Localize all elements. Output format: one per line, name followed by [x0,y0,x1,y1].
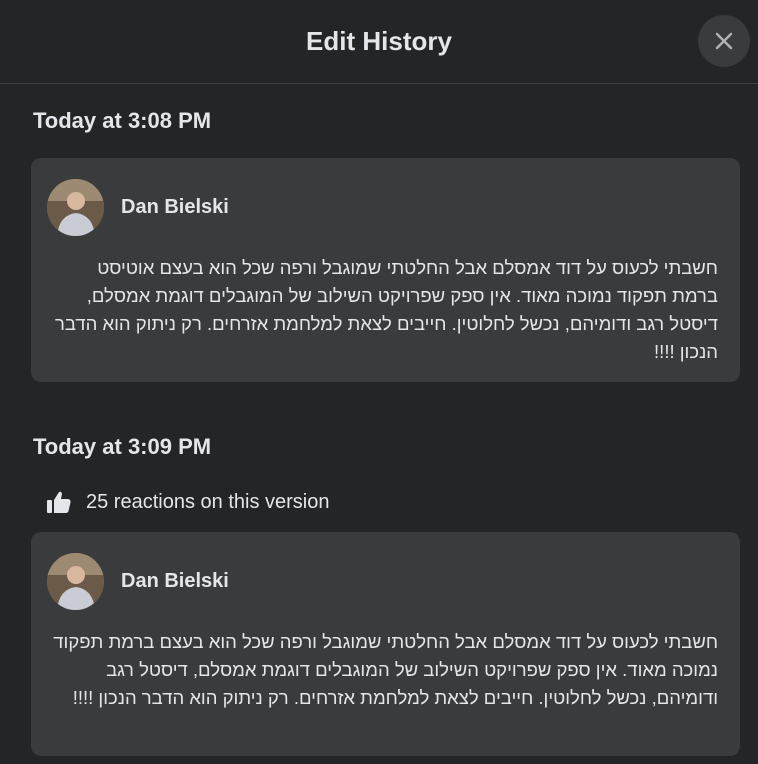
post-text: חשבתי לכעוס על דוד אמסלם אבל החלטתי שמוג… [54,257,718,362]
thumbs-up-icon [47,491,71,513]
reactions-count: 25 reactions on this version [86,490,330,513]
reactions-summary[interactable]: 25 reactions on this version [31,490,740,514]
version-timestamp: Today at 3:08 PM [33,108,212,133]
post-text: חשבתי לכעוס על דוד אמסלם אבל החלטתי שמוג… [53,631,718,708]
avatar[interactable] [47,179,104,236]
dialog-header: Edit History [0,0,758,84]
close-icon [715,32,733,50]
avatar-image [47,553,104,610]
dialog-title: Edit History [306,26,452,56]
close-button[interactable] [698,15,750,67]
post-author: Dan Bielski [47,553,724,610]
post-author: Dan Bielski [47,179,724,236]
avatar-image [47,179,104,236]
history-list: Today at 3:08 PM Dan Bielski חשבתי לכעוס… [0,108,758,756]
author-name[interactable]: Dan Bielski [121,196,229,219]
author-name[interactable]: Dan Bielski [121,570,229,593]
version-timestamp: Today at 3:09 PM [33,434,212,459]
edit-history-dialog: Edit History Today at 3:08 PM Dan Bielsk… [0,0,758,764]
post-card: Dan Bielski חשבתי לכעוס על דוד אמסלם אבל… [31,532,740,756]
post-card: Dan Bielski חשבתי לכעוס על דוד אמסלם אבל… [31,158,740,382]
avatar[interactable] [47,553,104,610]
